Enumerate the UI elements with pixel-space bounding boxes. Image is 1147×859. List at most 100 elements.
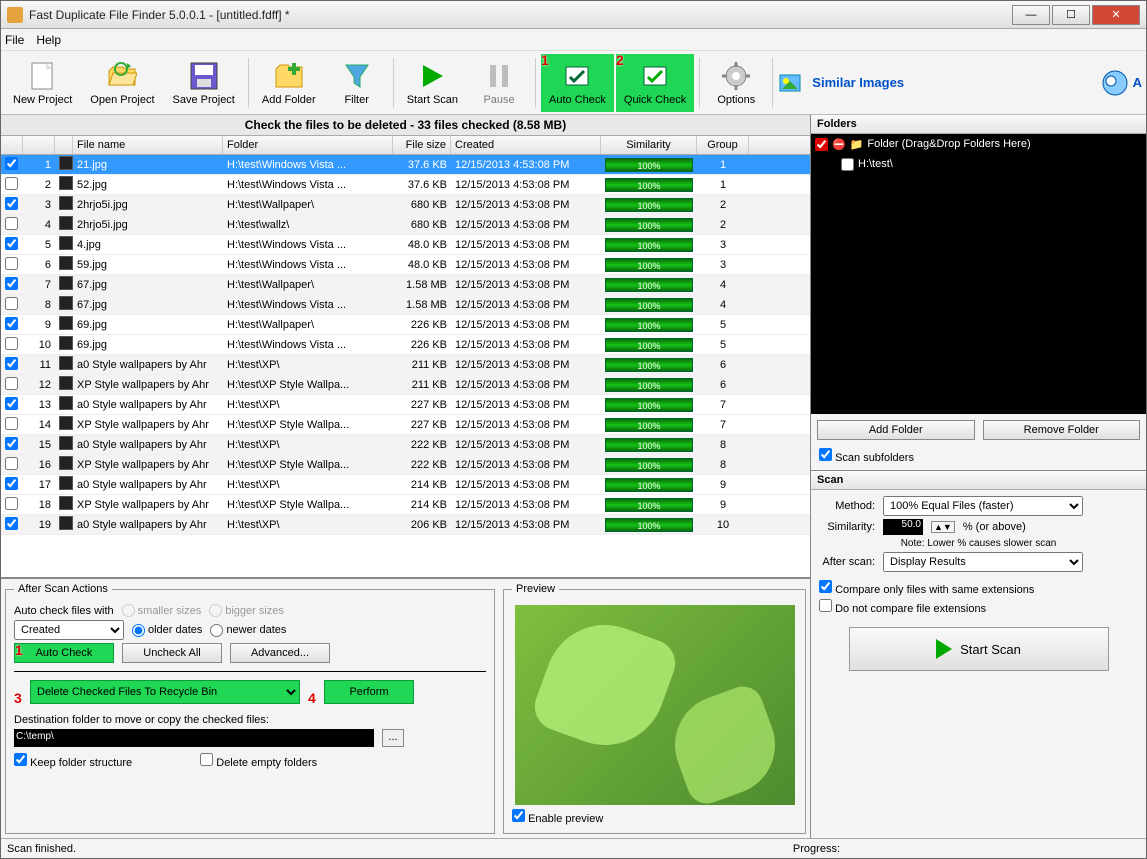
maximize-button[interactable]: ☐ <box>1052 5 1090 25</box>
row-checkbox[interactable] <box>5 257 18 270</box>
menu-file[interactable]: File <box>5 33 24 47</box>
col-folder[interactable]: Folder <box>223 136 393 154</box>
uncheck-all-button[interactable]: Uncheck All <box>122 643 222 663</box>
table-row[interactable]: 14XP Style wallpapers by AhrH:\test\XP S… <box>1 415 810 435</box>
row-checkbox[interactable] <box>5 317 18 330</box>
menu-help[interactable]: Help <box>36 33 61 47</box>
add-folder-side-button[interactable]: Add Folder <box>817 420 975 440</box>
no-compare-ext-checkbox[interactable]: Do not compare file extensions <box>819 599 986 615</box>
file-thumb-icon <box>59 196 73 210</box>
row-checkbox[interactable] <box>5 417 18 430</box>
row-checkbox[interactable] <box>5 177 18 190</box>
table-row[interactable]: 17a0 Style wallpapers by AhrH:\test\XP\2… <box>1 475 810 495</box>
folders-header: Folders <box>811 115 1146 134</box>
row-checkbox[interactable] <box>5 217 18 230</box>
table-row[interactable]: 13a0 Style wallpapers by AhrH:\test\XP\2… <box>1 395 810 415</box>
col-filename[interactable]: File name <box>73 136 223 154</box>
row-checkbox[interactable] <box>5 157 18 170</box>
row-checkbox[interactable] <box>5 457 18 470</box>
minimize-button[interactable]: — <box>1012 5 1050 25</box>
row-checkbox[interactable] <box>5 237 18 250</box>
table-row[interactable]: 18XP Style wallpapers by AhrH:\test\XP S… <box>1 495 810 515</box>
col-similarity[interactable]: Similarity <box>601 136 697 154</box>
table-row[interactable]: 969.jpgH:\test\Wallpaper\226 KB12/15/201… <box>1 315 810 335</box>
table-row[interactable]: 54.jpgH:\test\Windows Vista ...48.0 KB12… <box>1 235 810 255</box>
table-row[interactable]: 1069.jpgH:\test\Windows Vista ...226 KB1… <box>1 335 810 355</box>
row-checkbox[interactable] <box>5 297 18 310</box>
filter-button[interactable]: Filter <box>326 54 388 112</box>
save-project-button[interactable]: Save Project <box>165 54 243 112</box>
open-project-button[interactable]: Open Project <box>82 54 162 112</box>
row-checkbox[interactable] <box>5 337 18 350</box>
row-checkbox[interactable] <box>5 437 18 450</box>
delete-empty-checkbox[interactable]: Delete empty folders <box>200 753 317 769</box>
folder-item-row[interactable]: H:\test\ <box>811 154 1146 174</box>
browse-button[interactable]: ... <box>382 729 404 747</box>
method-dropdown[interactable]: 100% Equal Files (faster) <box>883 496 1083 516</box>
table-row[interactable]: 12XP Style wallpapers by AhrH:\test\XP S… <box>1 375 810 395</box>
options-button[interactable]: Options <box>705 54 767 112</box>
action-dropdown[interactable]: Delete Checked Files To Recycle Bin <box>30 680 300 704</box>
table-row[interactable]: 19a0 Style wallpapers by AhrH:\test\XP\2… <box>1 515 810 535</box>
add-folder-button[interactable]: Add Folder <box>254 54 324 112</box>
col-group[interactable]: Group <box>697 136 749 154</box>
table-row[interactable]: 42hrjo5i.jpgH:\test\wallz\680 KB12/15/20… <box>1 215 810 235</box>
bigger-sizes-radio[interactable]: bigger sizes <box>209 604 284 617</box>
table-row[interactable]: 767.jpgH:\test\Wallpaper\1.58 MB12/15/20… <box>1 275 810 295</box>
audio-link[interactable]: A <box>1133 75 1142 90</box>
row-checkbox[interactable] <box>5 357 18 370</box>
col-created[interactable]: Created <box>451 136 601 154</box>
row-checkbox[interactable] <box>5 477 18 490</box>
similarity-bar: 100% <box>605 438 693 452</box>
folders-tree[interactable]: ⛔ 📁 Folder (Drag&Drop Folders Here) H:\t… <box>811 134 1146 414</box>
new-project-button[interactable]: New Project <box>5 54 80 112</box>
table-row[interactable]: 659.jpgH:\test\Windows Vista ...48.0 KB1… <box>1 255 810 275</box>
similarity-spinner[interactable]: 50.0 <box>883 519 923 535</box>
close-button[interactable]: ✕ <box>1092 5 1140 25</box>
perform-button[interactable]: Perform <box>324 680 414 704</box>
criteria-dropdown[interactable]: Created <box>14 620 124 640</box>
duplicate-grid[interactable]: File name Folder File size Created Simil… <box>1 136 810 578</box>
similarity-bar: 100% <box>605 338 693 352</box>
row-checkbox[interactable] <box>5 397 18 410</box>
row-checkbox[interactable] <box>5 277 18 290</box>
newer-dates-radio[interactable]: newer dates <box>210 624 286 637</box>
similar-images-link[interactable]: Similar Images <box>812 75 904 90</box>
auto-check-button[interactable]: Auto Check <box>541 54 614 112</box>
table-row[interactable]: 252.jpgH:\test\Windows Vista ...37.6 KB1… <box>1 175 810 195</box>
compare-ext-checkbox[interactable]: Compare only files with same extensions <box>819 580 1034 596</box>
titlebar[interactable]: Fast Duplicate File Finder 5.0.0.1 - [un… <box>1 1 1146 29</box>
advanced-button[interactable]: Advanced... <box>230 643 330 663</box>
table-row[interactable]: 11a0 Style wallpapers by AhrH:\test\XP\2… <box>1 355 810 375</box>
scan-subfolders-checkbox[interactable]: Scan subfolders <box>819 452 914 464</box>
spinner-buttons[interactable]: ▲▼ <box>931 521 955 533</box>
start-scan-big-button[interactable]: Start Scan <box>849 627 1109 671</box>
remove-folder-button[interactable]: Remove Folder <box>983 420 1141 440</box>
table-row[interactable]: 32hrjo5i.jpgH:\test\Wallpaper\680 KB12/1… <box>1 195 810 215</box>
col-size[interactable]: File size <box>393 136 451 154</box>
folder-root-row[interactable]: ⛔ 📁 Folder (Drag&Drop Folders Here) <box>811 134 1146 154</box>
enable-preview-checkbox[interactable]: Enable preview <box>512 813 603 825</box>
smaller-sizes-radio[interactable]: smaller sizes <box>122 604 202 617</box>
row-checkbox[interactable] <box>5 517 18 530</box>
similarity-bar: 100% <box>605 158 693 172</box>
table-row[interactable]: 16XP Style wallpapers by AhrH:\test\XP S… <box>1 455 810 475</box>
row-checkbox[interactable] <box>5 377 18 390</box>
row-checkbox[interactable] <box>5 497 18 510</box>
start-scan-button[interactable]: Start Scan <box>399 54 466 112</box>
destination-input[interactable]: C:\temp\ <box>14 729 374 747</box>
table-row[interactable]: 15a0 Style wallpapers by AhrH:\test\XP\2… <box>1 435 810 455</box>
auto-check-action-button[interactable]: Auto Check <box>14 643 114 663</box>
older-dates-radio[interactable]: older dates <box>132 624 202 637</box>
pause-button[interactable]: Pause <box>468 54 530 112</box>
quick-check-button[interactable]: Quick Check <box>616 54 694 112</box>
keep-structure-checkbox[interactable]: Keep folder structure <box>14 753 132 769</box>
similarity-bar: 100% <box>605 478 693 492</box>
file-thumb-icon <box>59 256 73 270</box>
row-checkbox[interactable] <box>5 197 18 210</box>
similarity-bar: 100% <box>605 318 693 332</box>
table-row[interactable]: 867.jpgH:\test\Windows Vista ...1.58 MB1… <box>1 295 810 315</box>
table-row[interactable]: 121.jpgH:\test\Windows Vista ...37.6 KB1… <box>1 155 810 175</box>
after-scan-dropdown[interactable]: Display Results <box>883 552 1083 572</box>
after-scan-legend: After Scan Actions <box>14 583 112 595</box>
